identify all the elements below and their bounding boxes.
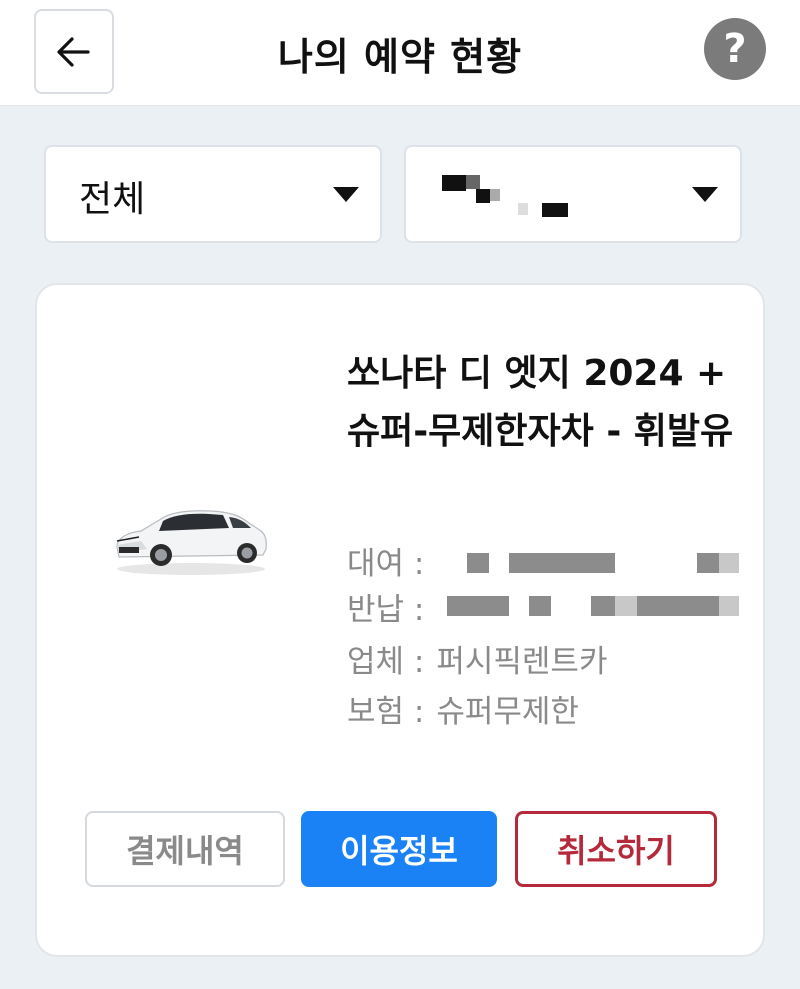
car-name: 쏘나타 디 엣지 2024 + 슈퍼-무제한자차 - 휘발유 [347, 353, 734, 452]
redacted-return-date [591, 596, 615, 616]
reservation-card: 쏘나타 디 엣지 2024 + 슈퍼-무제한자차 - 휘발유 대여 : 반납 :… [35, 283, 765, 957]
redacted-return-date [637, 596, 719, 616]
company-row: 업체 : 퍼시픽렌트카 [347, 635, 607, 681]
return-row: 반납 : [347, 583, 424, 629]
insurance-row: 보험 : 슈퍼무제한 [347, 685, 579, 731]
redacted-block [542, 203, 568, 217]
redacted-block [442, 175, 466, 191]
rental-label: 대여 : [347, 545, 425, 582]
insurance-label: 보험 : [347, 693, 425, 730]
usage-info-button[interactable]: 이용정보 [301, 811, 497, 887]
caret-down-icon [692, 187, 718, 202]
car-image [116, 510, 267, 575]
redacted-rental-date [509, 553, 615, 573]
caret-down-icon [333, 187, 359, 202]
redacted-block [490, 189, 500, 201]
redacted-return-date [615, 596, 637, 616]
rental-row: 대여 : [347, 537, 424, 583]
payment-history-button[interactable]: 결제내역 [85, 811, 285, 887]
redacted-rental-date [697, 553, 719, 573]
redacted-return-date [719, 596, 739, 616]
arrow-left-icon [57, 36, 90, 67]
page-title: 나의 예약 현황 [277, 34, 523, 79]
redacted-return-date [529, 596, 551, 616]
back-button[interactable] [34, 9, 114, 94]
app-header: 나의 예약 현황 ? [0, 0, 800, 106]
insurance-value: 슈퍼무제한 [436, 693, 579, 730]
redacted-rental-date [719, 553, 739, 573]
redacted-block [518, 203, 528, 215]
cancel-reservation-button[interactable]: 취소하기 [515, 811, 717, 887]
redacted-block [466, 175, 480, 189]
period-filter-dropdown[interactable] [404, 145, 742, 243]
redacted-block [476, 189, 490, 203]
company-label: 업체 : [347, 643, 425, 680]
help-button[interactable]: ? [704, 18, 766, 80]
status-filter-dropdown[interactable]: 전체 [44, 145, 382, 243]
status-filter-label: 전체 [79, 179, 146, 220]
company-value: 퍼시픽렌트카 [436, 643, 608, 680]
question-icon: ? [723, 26, 747, 72]
redacted-rental-date [467, 553, 489, 573]
redacted-return-date [447, 596, 509, 616]
return-label: 반납 : [347, 591, 425, 628]
